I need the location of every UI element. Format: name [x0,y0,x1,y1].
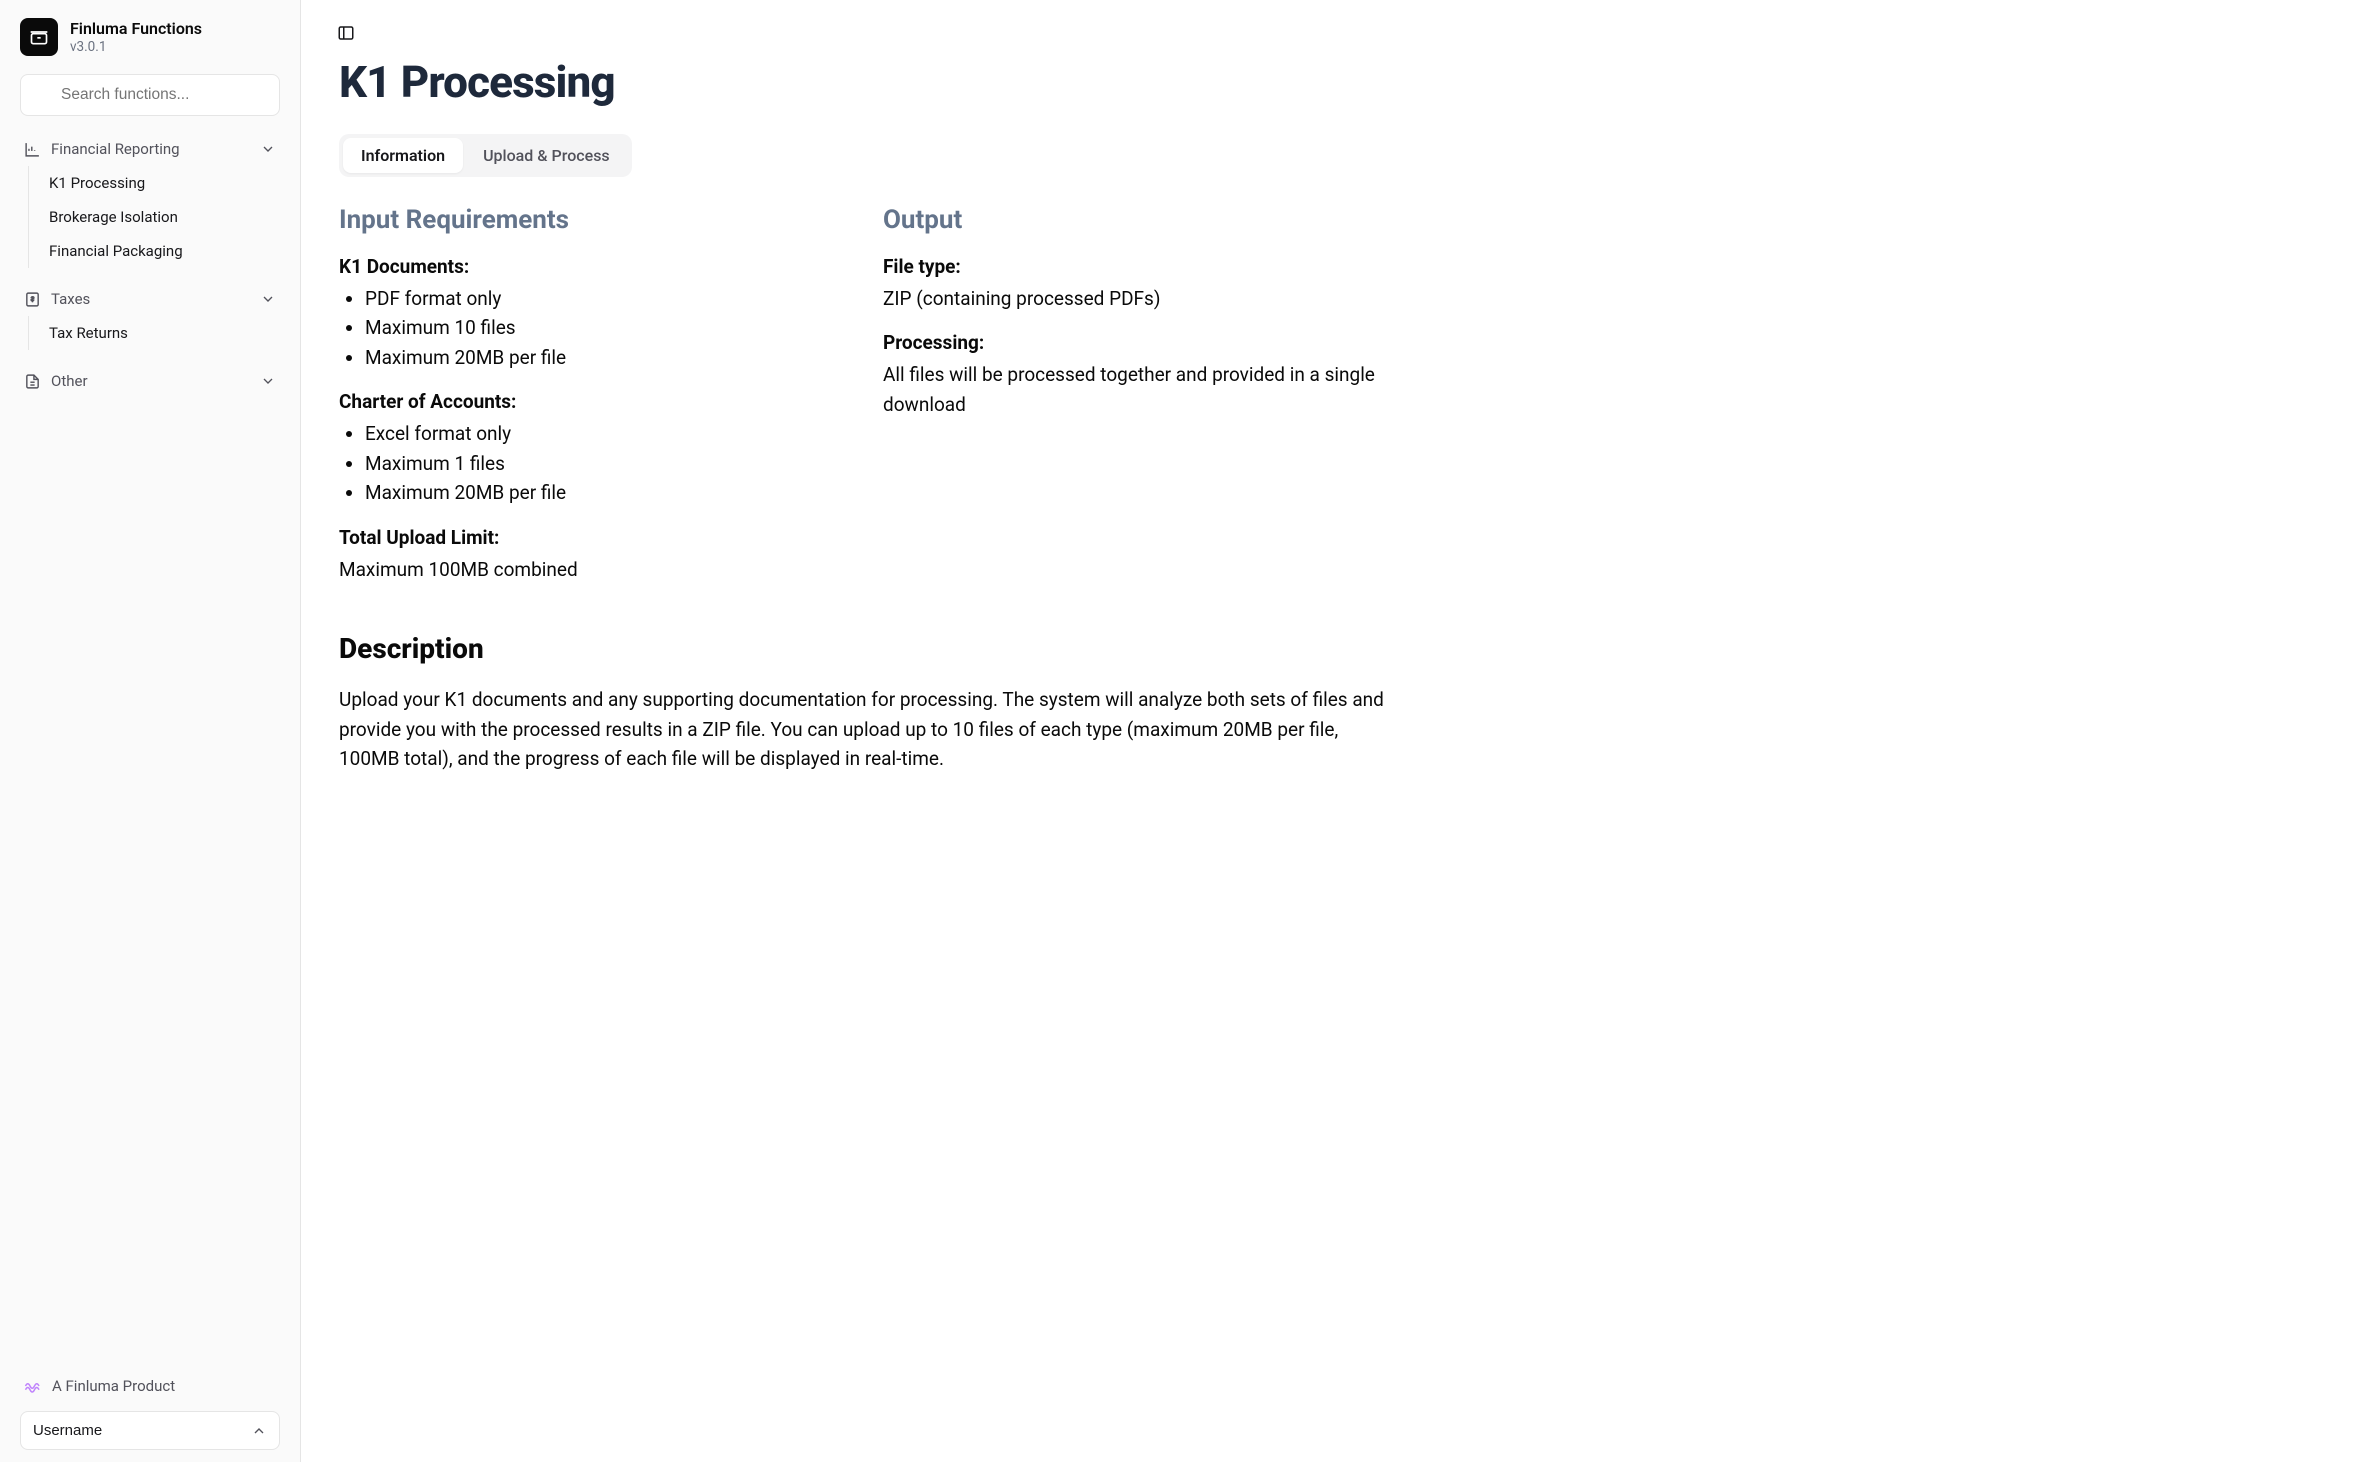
output-heading: Output [883,205,1391,235]
app-version: v3.0.1 [70,39,202,55]
dollar-file-icon [24,291,41,308]
product-line: A Finluma Product [20,1367,280,1405]
list-item: Maximum 1 files [365,449,859,478]
tab-information[interactable]: Information [343,138,463,173]
list-item: Maximum 10 files [365,313,859,342]
total-limit-heading: Total Upload Limit: [339,526,859,549]
main-content: K1 Processing Information Upload & Proce… [301,0,2378,1462]
archive-icon [29,27,49,47]
search-input[interactable] [20,74,280,116]
user-menu-button[interactable]: Username [20,1411,280,1450]
nav-group-label: Taxes [51,290,250,308]
username-label: Username [33,1422,102,1439]
file-type-label: File type: [883,255,1391,278]
chevron-down-icon [260,373,276,389]
total-limit-body: Maximum 100MB combined [339,555,859,584]
wave-icon [24,1377,42,1395]
sidebar-item-k1-processing[interactable]: K1 Processing [29,166,286,200]
input-requirements-section: Input Requirements K1 Documents: PDF for… [339,205,859,584]
nav-group-taxes[interactable]: Taxes [14,282,286,316]
k1-documents-list: PDF format only Maximum 10 files Maximum… [339,284,859,372]
panel-left-icon [337,24,355,42]
file-type-value: ZIP (containing processed PDFs) [883,284,1391,313]
list-item: Maximum 20MB per file [365,478,859,507]
chevron-up-icon [251,1423,267,1439]
nav-group-label: Financial Reporting [51,140,250,158]
charter-list: Excel format only Maximum 1 files Maximu… [339,419,859,507]
charter-heading: Charter of Accounts: [339,390,859,413]
k1-documents-heading: K1 Documents: [339,255,859,278]
output-section: Output File type: ZIP (containing proces… [883,205,1391,584]
processing-value: All files will be processed together and… [883,360,1391,419]
tab-group: Information Upload & Process [339,134,632,177]
tab-upload-process[interactable]: Upload & Process [465,138,628,173]
list-item: Excel format only [365,419,859,448]
sidebar: Finluma Functions v3.0.1 [0,0,301,1462]
list-item: PDF format only [365,284,859,313]
bar-chart-icon [24,141,41,158]
app-logo [20,18,58,56]
processing-label: Processing: [883,331,1391,354]
nav-group-financial-reporting[interactable]: Financial Reporting [14,132,286,166]
chevron-down-icon [260,291,276,307]
file-icon [24,373,41,390]
nav-group-label: Other [51,372,250,390]
description-body: Upload your K1 documents and any support… [339,685,1391,773]
toggle-sidebar-button[interactable] [331,18,361,48]
input-requirements-heading: Input Requirements [339,205,859,235]
sidebar-item-tax-returns[interactable]: Tax Returns [29,316,286,350]
nav-group-other[interactable]: Other [14,364,286,398]
app-name: Finluma Functions [70,19,202,38]
list-item: Maximum 20MB per file [365,343,859,372]
page-title: K1 Processing [339,56,1391,108]
product-line-text: A Finluma Product [52,1377,175,1395]
sidebar-item-brokerage-isolation[interactable]: Brokerage Isolation [29,200,286,234]
sidebar-nav: Financial Reporting K1 Processing Broker… [10,132,290,1367]
chevron-down-icon [260,141,276,157]
sidebar-footer: A Finluma Product Username [10,1367,290,1452]
description-heading: Description [339,632,1391,665]
sidebar-item-financial-packaging[interactable]: Financial Packaging [29,234,286,268]
sidebar-header: Finluma Functions v3.0.1 [10,18,290,70]
